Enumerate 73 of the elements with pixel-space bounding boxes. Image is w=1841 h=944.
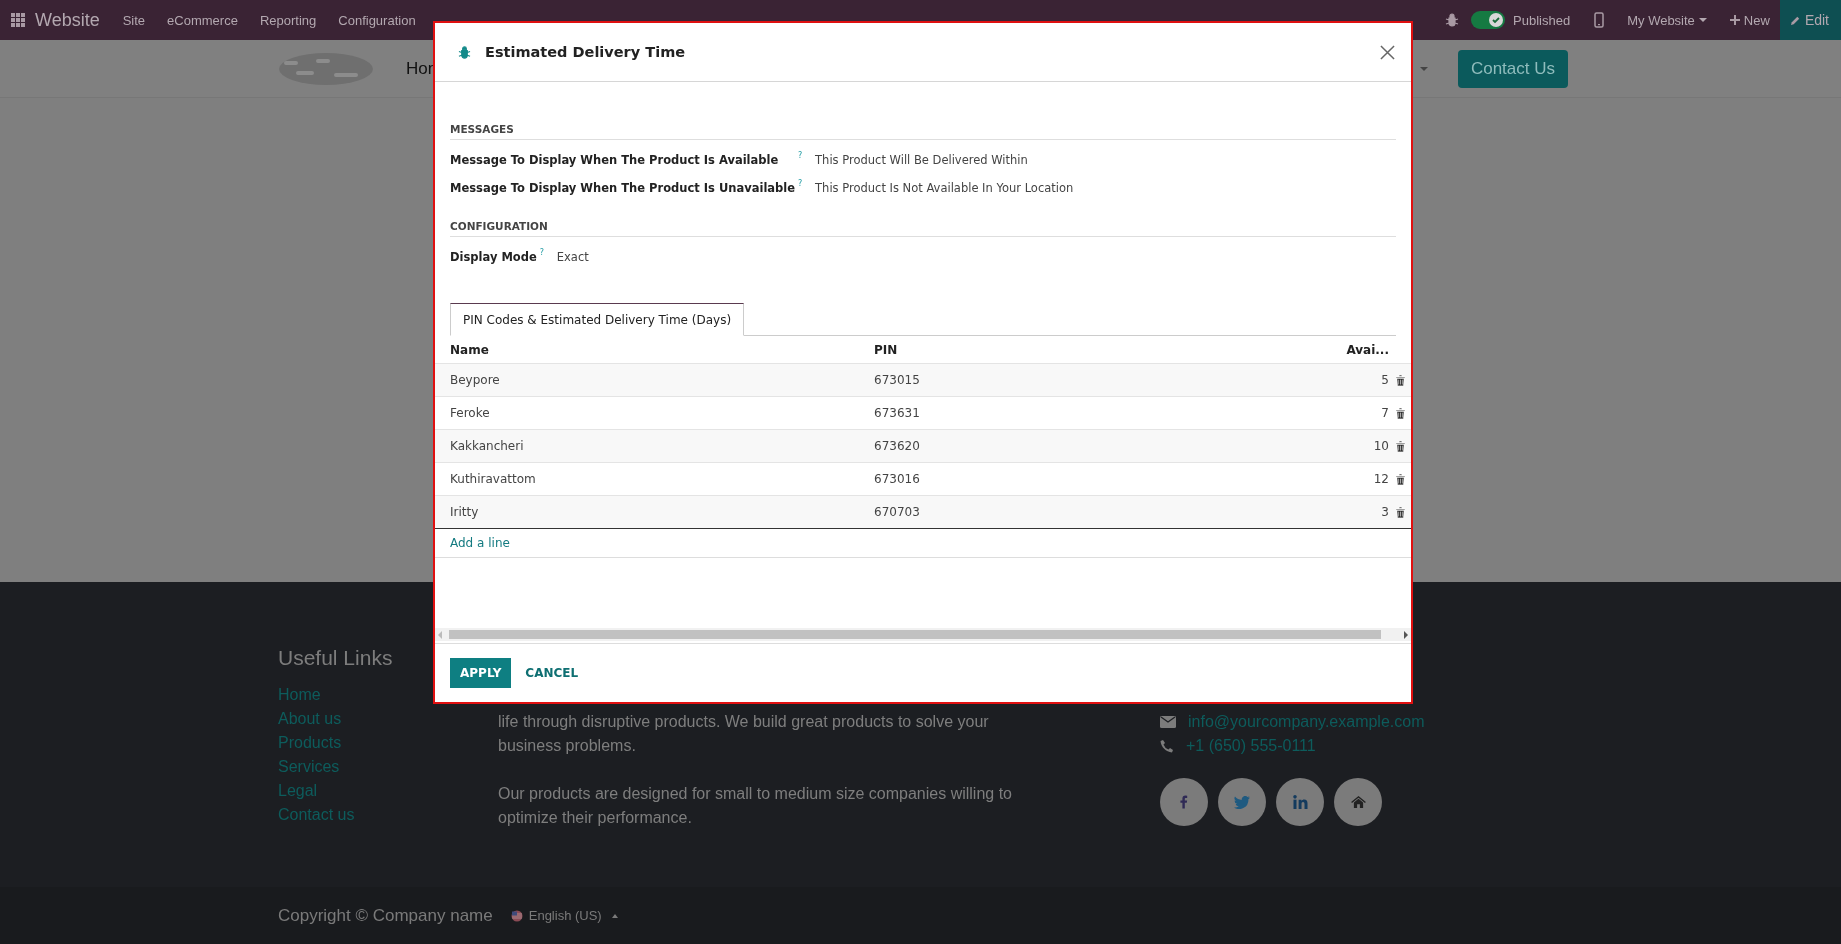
about-paragraph: life through disruptive products. We build great products to solve your business problems.: [498, 712, 990, 756]
table-cell-text: 3: [1380, 505, 1389, 519]
dialog-title: Estimated Delivery Time: [485, 44, 686, 60]
apps-grid-icon[interactable]: [11, 13, 25, 27]
published-toggle[interactable]: [1471, 11, 1506, 29]
bird-icon[interactable]: [1218, 778, 1266, 826]
table-cell-text: 673015: [874, 373, 921, 387]
published-label: Published: [1513, 12, 1571, 28]
field-label: Display Mode: [450, 250, 537, 264]
website-switcher[interactable]: My Website: [1616, 12, 1699, 28]
column-header[interactable]: PIN: [874, 342, 1174, 357]
flag-icon: [510, 909, 523, 922]
trash-icon[interactable]: [1395, 374, 1405, 386]
pencil-icon: [1789, 14, 1801, 26]
home-icon[interactable]: [1334, 778, 1382, 826]
menu-item[interactable]: eCommerce: [156, 12, 249, 28]
cancel-button[interactable]: CANCEL: [517, 658, 587, 688]
section-heading: CONFIGURATION: [450, 220, 1396, 237]
help-tooltip[interactable]: ?: [798, 146, 803, 160]
field-value[interactable]: This Product Is Not Available In Your Location: [815, 181, 1396, 195]
table-cell-text: 673016: [874, 472, 921, 486]
caret-icon: [1698, 18, 1707, 22]
contact-us-button[interactable]: Contact Us: [1457, 49, 1568, 88]
mobile-icon[interactable]: [1594, 12, 1605, 28]
trash-icon[interactable]: [1395, 506, 1405, 518]
apply-button[interactable]: APPLY: [450, 658, 512, 688]
table-cell-text: 5: [1380, 373, 1389, 387]
app-name[interactable]: Website: [35, 9, 100, 31]
help-tooltip[interactable]: ?: [539, 243, 545, 257]
trash-icon[interactable]: [1395, 440, 1405, 452]
field-label: Message To Display When The Product Is Available: [450, 153, 780, 167]
edit-button[interactable]: Edit: [1779, 0, 1841, 40]
close-icon[interactable]: [1380, 44, 1395, 60]
check-icon: [1491, 15, 1502, 25]
field-value[interactable]: Exact: [556, 250, 1396, 264]
table-cell-text: 10: [1372, 439, 1389, 453]
facebook-icon[interactable]: [1160, 778, 1208, 826]
menu-item[interactable]: Reporting: [248, 12, 328, 28]
about-paragraph: Our products are designed for small to medium size companies willing to optimize their performance.: [498, 784, 1013, 828]
table-cell-text: 670703: [874, 505, 921, 519]
table-cell-text: 673620: [874, 439, 921, 453]
language-selector[interactable]: English (US): [510, 908, 618, 923]
envelope-icon: [1160, 716, 1176, 728]
column-header[interactable]: Name: [450, 342, 874, 357]
trash-icon[interactable]: [1395, 473, 1405, 485]
copyright-text: Copyright © Company name: [278, 905, 493, 926]
table-cell-text: Feroke: [450, 406, 491, 420]
horizontal-scrollbar[interactable]: [435, 628, 1411, 641]
linkedin-icon[interactable]: [1276, 778, 1324, 826]
tab[interactable]: PIN Codes & Estimated Delivery Time (Days): [450, 303, 745, 336]
bug-icon[interactable]: [1445, 13, 1460, 27]
table-cell-text: 7: [1380, 406, 1389, 420]
bug-icon: [458, 45, 471, 59]
menu-item[interactable]: Configuration: [327, 12, 427, 28]
footer-heading: Useful Links: [278, 646, 393, 670]
column-header[interactable]: Avai...: [1174, 342, 1389, 357]
plus-icon: [1729, 15, 1740, 25]
section-heading: MESSAGES: [450, 123, 1396, 140]
menu-item[interactable]: Site: [111, 12, 157, 28]
phone-icon: [1160, 739, 1174, 753]
table-cell-text: Beypore: [450, 373, 501, 387]
table-cell-text: 12: [1372, 472, 1389, 486]
new-button[interactable]: New: [1718, 12, 1780, 28]
table-cell-text: Iritty: [450, 505, 480, 519]
table-cell-text: 673631: [874, 406, 921, 420]
caret-icon: [1419, 66, 1428, 71]
field-value[interactable]: This Product Will Be Delivered Within: [815, 153, 1396, 167]
table-cell-text: Kakkancheri: [450, 439, 525, 453]
field-label: Message To Display When The Product Is Unavailable: [450, 181, 796, 195]
trash-icon[interactable]: [1395, 407, 1405, 419]
add-line-link[interactable]: Add a line: [450, 536, 510, 550]
help-tooltip[interactable]: ?: [798, 174, 803, 188]
table-cell-text: Kuthiravattom: [450, 472, 537, 486]
